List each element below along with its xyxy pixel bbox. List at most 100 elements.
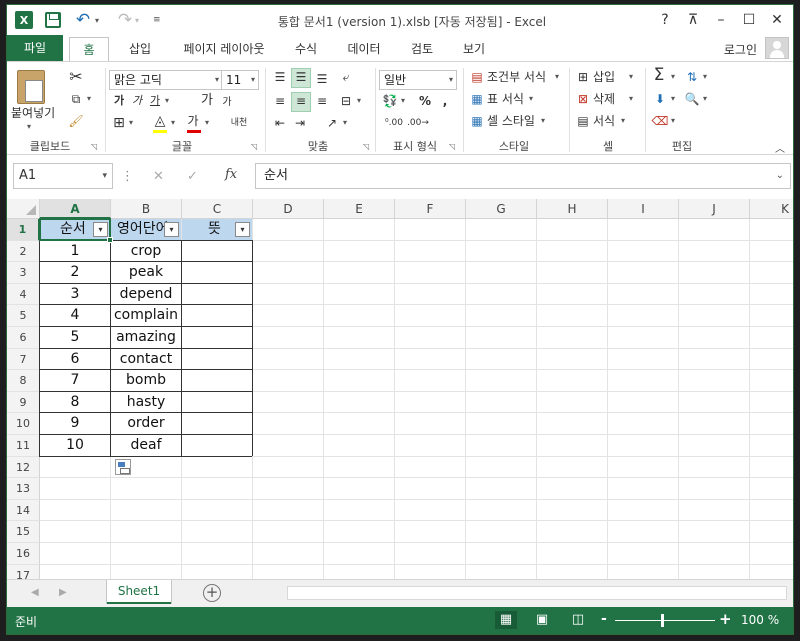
worksheet-grid[interactable]: A B C D E F G H I J K 1 2 3 4 5 6 7 8 9 10 11 12 13 14 15 16 17 순서 ▾ 영… — [7, 199, 793, 579]
confirm-entry-icon[interactable]: ✓ — [187, 169, 198, 184]
maximize-button[interactable]: ☐ — [735, 9, 763, 31]
cell-styles-button[interactable]: 셀 스타일 — [487, 112, 535, 130]
align-right-icon[interactable]: ≡ — [313, 92, 331, 110]
close-button[interactable]: ✕ — [763, 9, 791, 31]
row-header[interactable]: 10 — [7, 413, 40, 435]
table-cell[interactable]: deaf — [111, 435, 181, 456]
font-name-combo[interactable]: 맑은 고딕 ▾ — [109, 70, 223, 90]
row-header[interactable]: 2 — [7, 240, 40, 263]
table-cell[interactable] — [182, 305, 252, 326]
undo-icon[interactable]: ↶ — [73, 10, 93, 30]
quick-analysis-icon[interactable] — [115, 458, 131, 475]
zoom-out-button[interactable]: - — [601, 611, 607, 627]
merge-dropdown-icon[interactable]: ▾ — [357, 92, 361, 110]
decrease-decimal-icon[interactable]: .00→ — [407, 114, 429, 132]
table-cell[interactable] — [182, 327, 252, 348]
zoom-in-button[interactable]: + — [719, 610, 732, 628]
zoom-level[interactable]: 100 % — [741, 613, 779, 627]
autosum-button[interactable]: Σ — [649, 66, 669, 84]
table-cell[interactable] — [182, 241, 252, 262]
orientation-dropdown-icon[interactable]: ▾ — [343, 114, 347, 132]
page-break-view-icon[interactable]: ◫ — [567, 611, 589, 629]
column-header[interactable]: C — [182, 199, 253, 219]
tab-home[interactable]: 홈 — [69, 37, 109, 61]
orientation-icon[interactable]: ↗ — [323, 114, 341, 132]
copy-dropdown-icon[interactable]: ▾ — [87, 90, 91, 108]
conditional-formatting-button[interactable]: 조건부 서식 — [487, 68, 546, 86]
underline-button[interactable]: 가 — [147, 92, 163, 110]
row-header[interactable]: 15 — [7, 521, 40, 543]
tab-data[interactable]: 데이터 — [333, 37, 395, 61]
table-cell[interactable]: order — [111, 413, 181, 434]
column-header[interactable]: I — [608, 199, 679, 219]
format-dropdown-icon[interactable]: ▾ — [621, 112, 625, 130]
sort-filter-dropdown-icon[interactable]: ▾ — [703, 68, 707, 86]
font-size-combo[interactable]: 11 ▾ — [221, 70, 259, 90]
table-cell[interactable] — [182, 262, 252, 283]
filter-dropdown-button[interactable]: ▾ — [164, 222, 179, 237]
avatar[interactable] — [765, 37, 789, 59]
row-header[interactable]: 5 — [7, 305, 40, 327]
find-select-icon[interactable]: 🔍 — [683, 90, 701, 108]
column-header[interactable]: G — [466, 199, 537, 219]
font-launcher-icon[interactable]: ◹ — [251, 142, 257, 151]
filter-dropdown-button[interactable]: ▾ — [235, 222, 250, 237]
increase-decimal-icon[interactable]: ⁰.00 — [383, 114, 405, 132]
horizontal-scrollbar[interactable] — [287, 586, 787, 600]
table-cell[interactable]: 4 — [40, 305, 110, 326]
row-header[interactable]: 9 — [7, 391, 40, 414]
table-cell[interactable]: 9 — [40, 413, 110, 434]
format-as-table-dropdown-icon[interactable]: ▾ — [529, 90, 533, 108]
insert-cells-button[interactable]: 삽입 — [593, 68, 615, 86]
name-box[interactable]: A1 ▾ — [13, 163, 113, 189]
cancel-entry-icon[interactable]: ✕ — [153, 169, 164, 184]
tab-insert[interactable]: 삽입 — [115, 37, 165, 61]
page-layout-view-icon[interactable]: ▣ — [531, 611, 553, 629]
table-cell[interactable]: complain — [111, 305, 181, 326]
table-cell[interactable] — [182, 435, 252, 456]
insert-dropdown-icon[interactable]: ▾ — [629, 68, 633, 86]
bold-button[interactable]: 가 — [111, 92, 127, 110]
table-cell[interactable]: 10 — [40, 435, 110, 456]
merge-center-icon[interactable]: ⊟ — [337, 92, 355, 110]
underline-dropdown-icon[interactable]: ▾ — [165, 92, 169, 110]
table-cell[interactable]: 2 — [40, 262, 110, 283]
table-cell[interactable]: peak — [111, 262, 181, 283]
column-header[interactable]: F — [395, 199, 466, 219]
grow-font-button[interactable]: 가 — [199, 92, 215, 110]
align-left-icon[interactable]: ≡ — [271, 92, 289, 110]
shrink-font-button[interactable]: 가 — [219, 94, 235, 112]
tab-formulas[interactable]: 수식 — [281, 37, 331, 61]
font-color-button[interactable]: 가 — [185, 112, 201, 130]
redo-icon[interactable]: ↷ — [115, 10, 135, 30]
tab-review[interactable]: 검토 — [397, 37, 447, 61]
ribbon-display-options-button[interactable]: ⊼ — [679, 9, 707, 31]
align-top-icon[interactable]: ☰ — [271, 68, 289, 86]
next-sheet-icon[interactable]: ▶ — [59, 587, 67, 598]
row-header[interactable]: 6 — [7, 327, 40, 349]
accounting-dropdown-icon[interactable]: ▾ — [401, 92, 405, 110]
zoom-slider[interactable] — [615, 620, 715, 621]
table-cell[interactable] — [182, 413, 252, 434]
tab-file[interactable]: 파일 — [7, 35, 63, 61]
row-header[interactable]: 12 — [7, 456, 40, 479]
phonetic-guide-button[interactable]: 내천 — [225, 114, 253, 132]
delete-dropdown-icon[interactable]: ▾ — [629, 90, 633, 108]
number-launcher-icon[interactable]: ◹ — [449, 142, 455, 151]
wrap-text-icon[interactable]: ⤶ — [337, 68, 355, 86]
save-icon[interactable] — [45, 12, 61, 28]
prev-sheet-icon[interactable]: ◀ — [31, 587, 39, 598]
select-all-button[interactable] — [7, 199, 40, 219]
sign-in-link[interactable]: 로그인 — [724, 41, 757, 58]
percent-button[interactable]: % — [417, 92, 433, 110]
table-cell[interactable]: hasty — [111, 392, 181, 413]
table-cell[interactable]: contact — [111, 349, 181, 370]
fill-handle[interactable] — [107, 236, 113, 243]
row-header[interactable]: 7 — [7, 348, 40, 371]
format-painter-icon[interactable]: 🖌 — [67, 112, 85, 130]
row-header[interactable]: 13 — [7, 478, 40, 500]
cell-styles-dropdown-icon[interactable]: ▾ — [541, 112, 545, 130]
clear-icon[interactable]: ⌫ — [651, 112, 669, 130]
table-cell[interactable]: bomb — [111, 370, 181, 391]
format-as-table-button[interactable]: 표 서식 — [487, 90, 524, 108]
